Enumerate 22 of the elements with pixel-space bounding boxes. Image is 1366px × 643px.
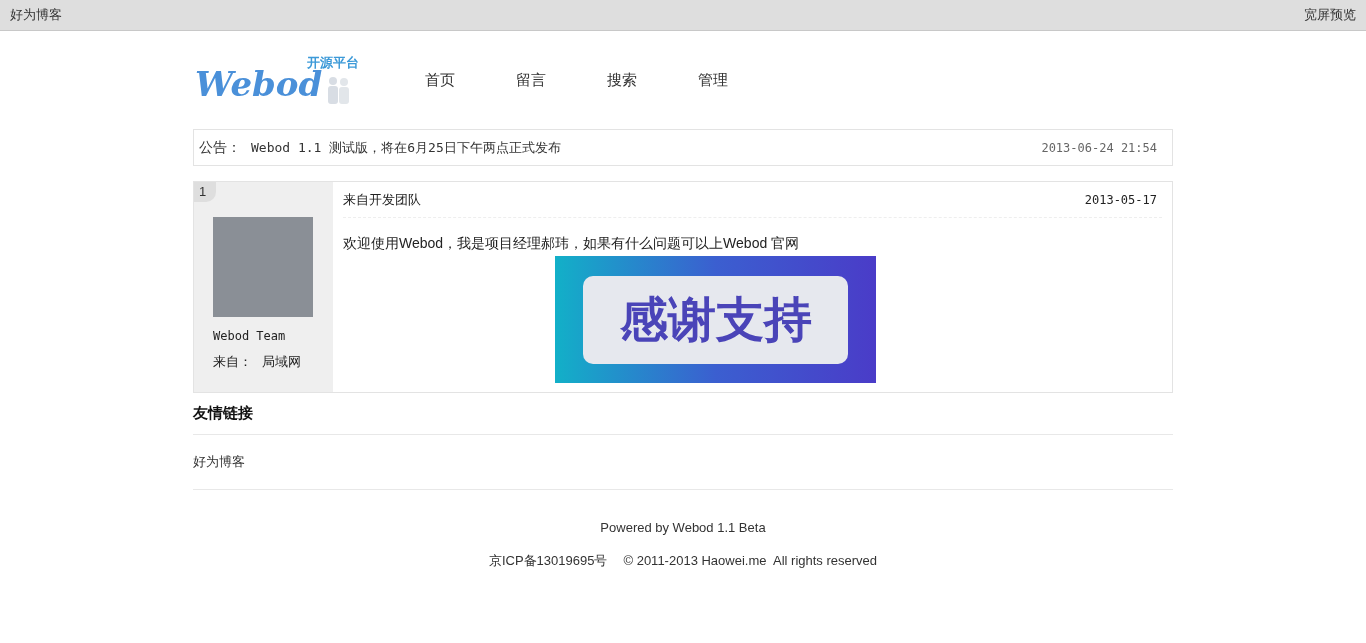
friend-link[interactable]: 好为博客 xyxy=(193,451,245,472)
banner-text: 感谢支持 xyxy=(583,275,848,364)
post-number: 1 xyxy=(194,182,216,202)
post-date: 2013-05-17 xyxy=(1084,191,1157,209)
from-location: 局域网 xyxy=(262,353,301,371)
post-body: 欢迎使用Webod，我是项目经理郝玮，如果有什么问题可以上Webod 官网 xyxy=(343,234,801,253)
from-label: 来自： xyxy=(213,353,252,371)
site-link[interactable]: 好为博客 xyxy=(10,5,62,25)
nav-link[interactable]: 首页 xyxy=(425,68,516,92)
icp-text: 京ICP备13019695号 xyxy=(488,552,608,570)
notice-text: Webod 1.1 测试版，将在6月25日下午两点正式发布 xyxy=(251,138,561,157)
notice-time: 2013-06-24 21:54 xyxy=(1041,139,1157,157)
wide-preview-link[interactable]: 宽屏预览 xyxy=(1304,5,1356,25)
nav-link[interactable]: 留言 xyxy=(516,68,607,92)
powered-text: Powered by Webod 1.1 Beta xyxy=(600,518,766,537)
notice-label: 公告： xyxy=(199,138,241,157)
nav-link[interactable]: 搜索 xyxy=(607,68,698,92)
links-heading: 友情链接 xyxy=(193,402,253,423)
nav-link[interactable]: 管理 xyxy=(698,68,789,92)
author-name: Webod Team xyxy=(213,328,287,345)
post-title: 来自开发团队 xyxy=(343,190,421,209)
copyright-text: © 2011-2013 Haowei.me All rights reserved xyxy=(623,552,878,570)
